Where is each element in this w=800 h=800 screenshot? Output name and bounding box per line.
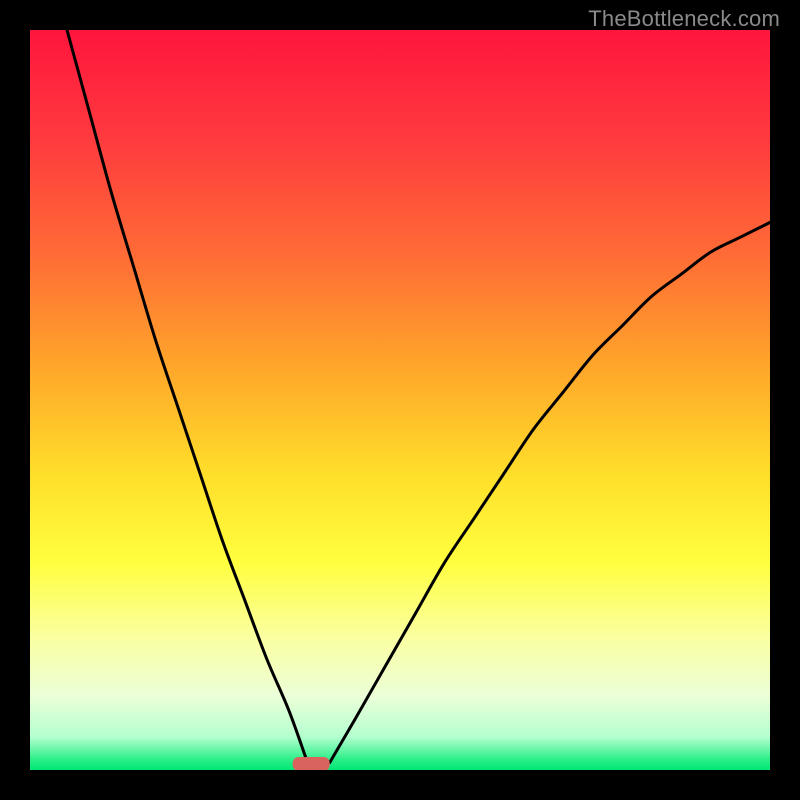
chart-frame: TheBottleneck.com [0,0,800,800]
plot-area [30,30,770,770]
optimum-marker [293,757,330,770]
gradient-background [30,30,770,770]
watermark-text: TheBottleneck.com [588,6,780,32]
bottleneck-curve-chart [30,30,770,770]
